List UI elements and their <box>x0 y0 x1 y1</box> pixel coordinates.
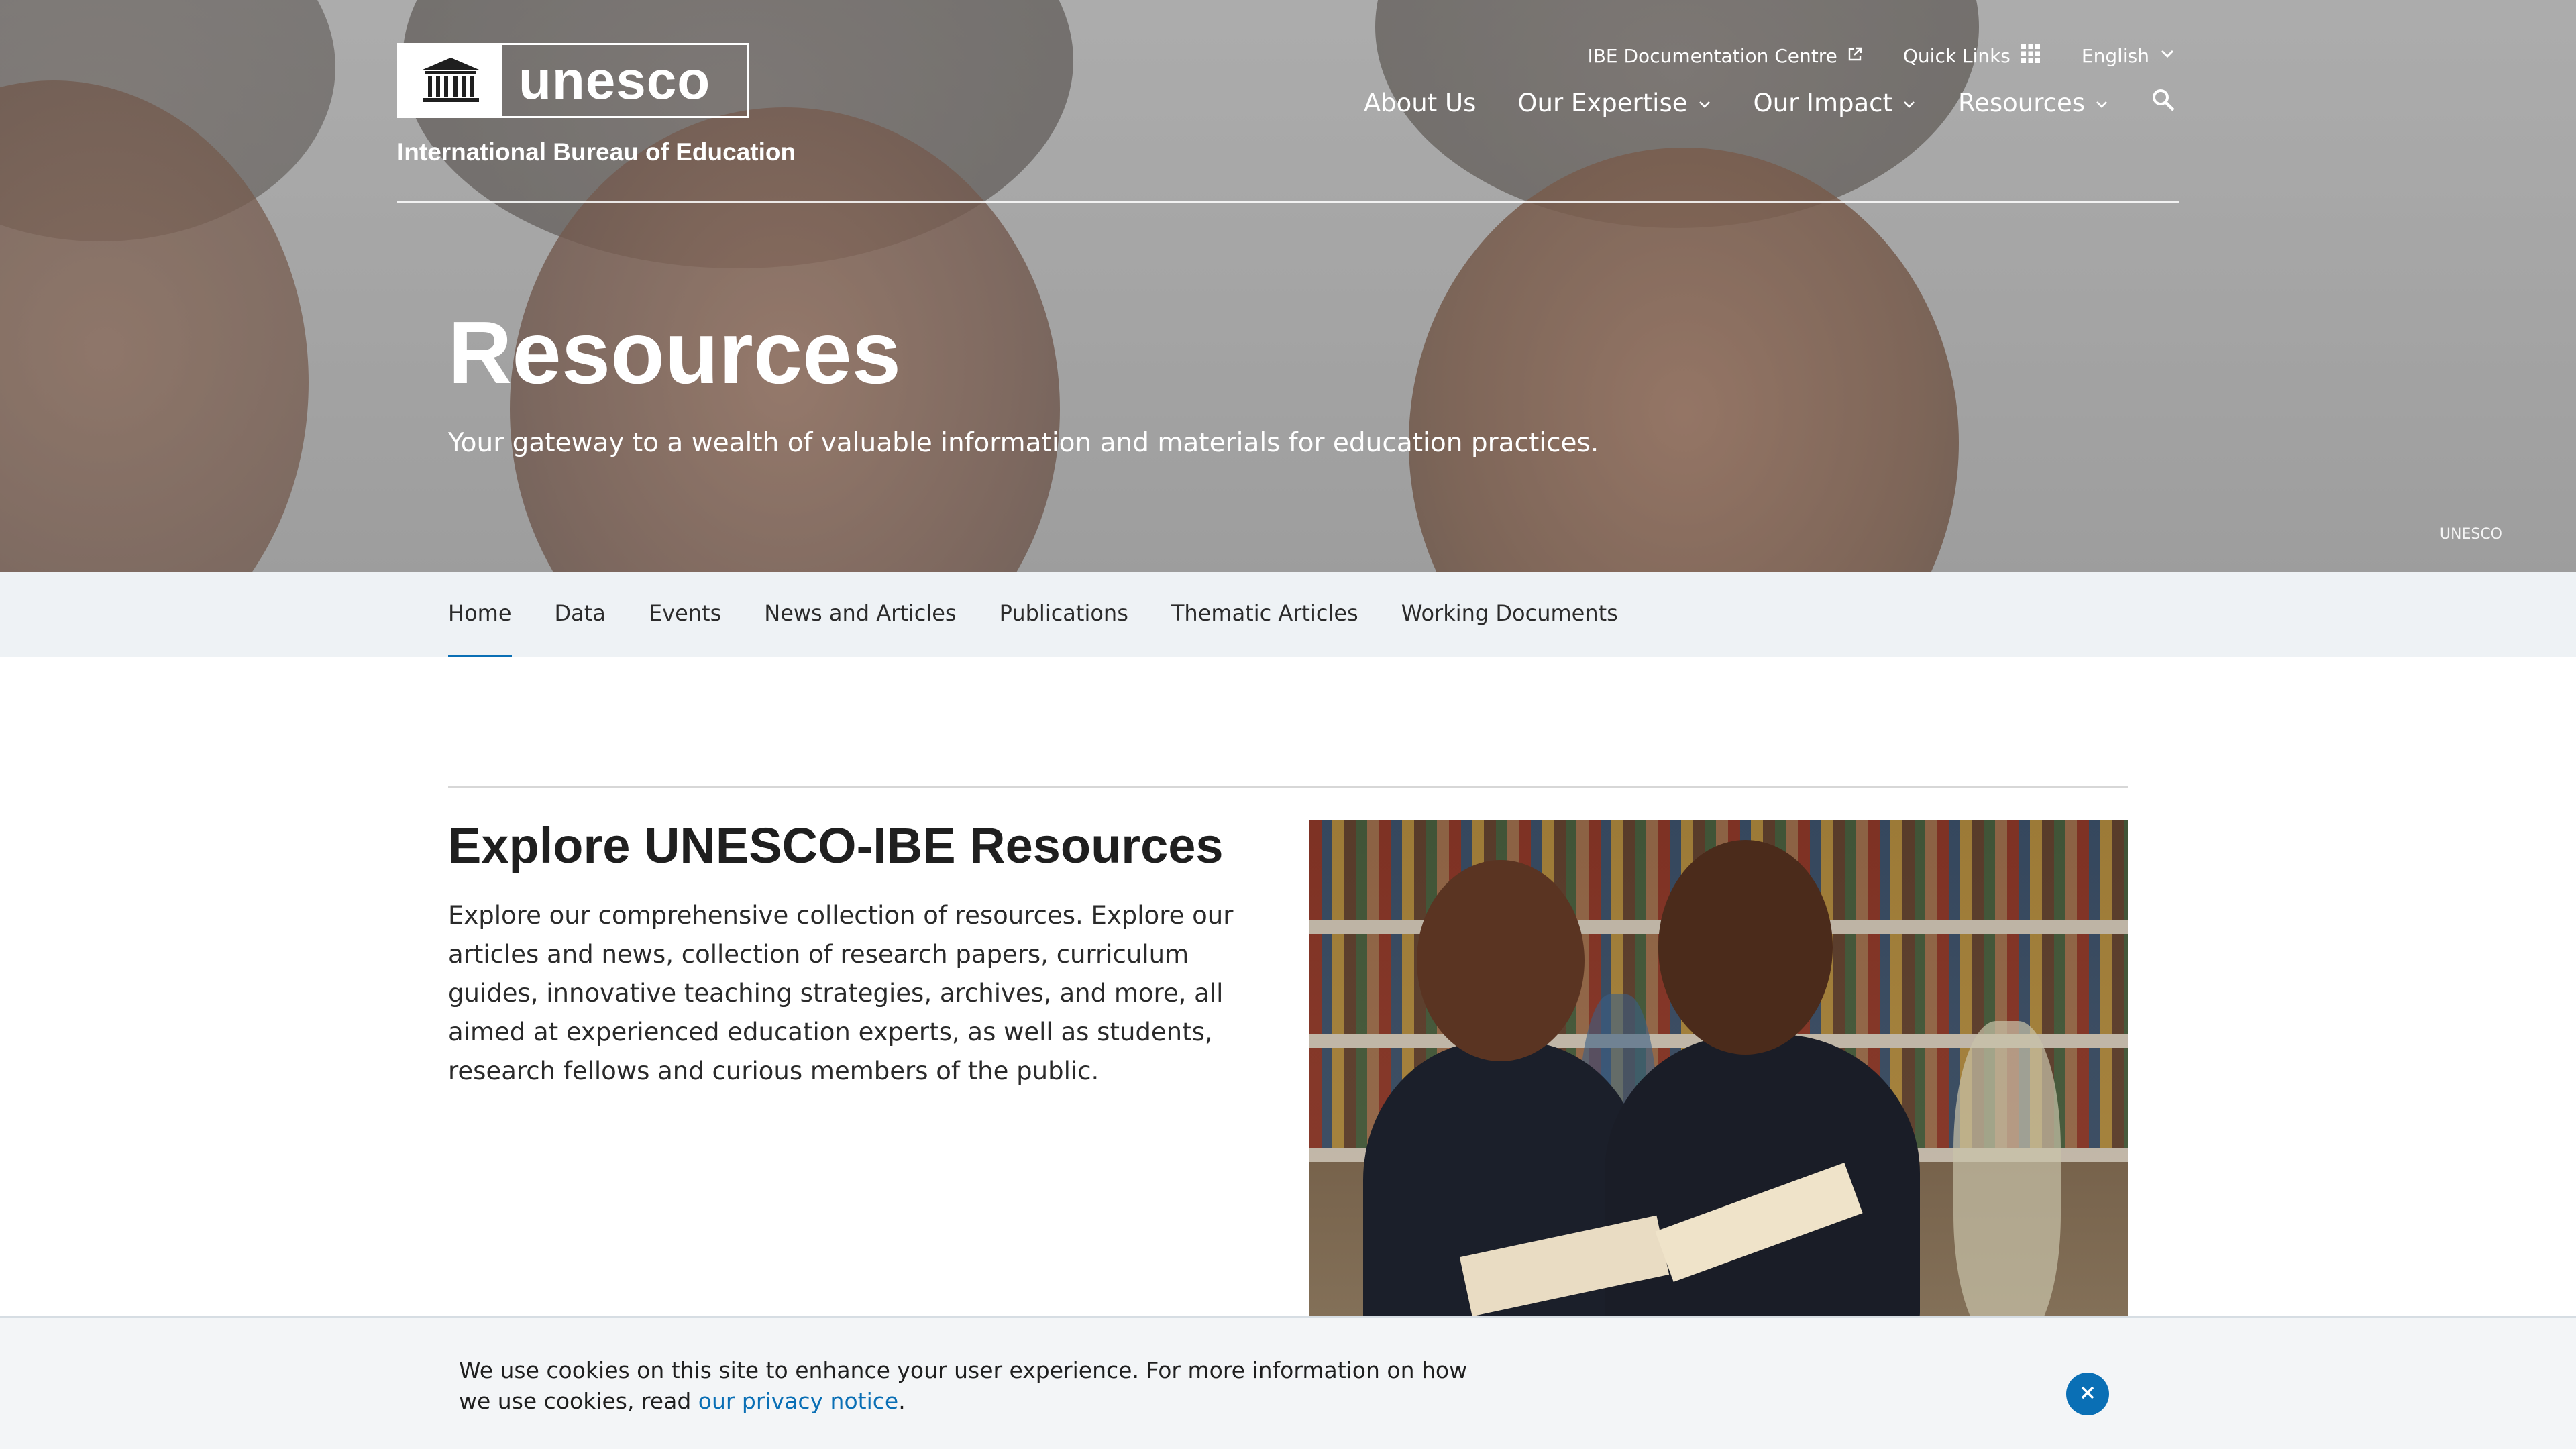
close-icon <box>2078 1383 2098 1405</box>
cookie-message: We use cookies on this site to enhance y… <box>459 1355 1479 1417</box>
unesco-temple-icon <box>399 45 502 116</box>
students-library-image <box>1309 820 2128 1316</box>
search-button[interactable] <box>2151 87 2176 119</box>
nav-our-impact[interactable]: Our Impact <box>1754 89 1917 117</box>
cookie-text-end: . <box>898 1388 906 1414</box>
language-label: English <box>2081 45 2149 67</box>
logo-wordmark: unesco <box>519 50 711 110</box>
section-divider <box>448 786 2128 788</box>
organization-name[interactable]: International Bureau of Education <box>397 138 796 166</box>
nav-label: Resources <box>1958 89 2085 117</box>
doc-centre-link[interactable]: IBE Documentation Centre <box>1587 45 1862 67</box>
cookie-banner: We use cookies on this site to enhance y… <box>0 1316 2576 1449</box>
tab-news-and-articles[interactable]: News and Articles <box>764 572 956 657</box>
language-selector[interactable]: English <box>2082 45 2176 67</box>
close-cookie-button[interactable] <box>2066 1373 2109 1415</box>
nav-label: About Us <box>1363 89 1477 117</box>
page-subtitle: Your gateway to a wealth of valuable inf… <box>448 428 1599 458</box>
section-description: Explore our comprehensive collection of … <box>448 901 1234 1085</box>
tab-data[interactable]: Data <box>555 572 606 657</box>
unesco-logo[interactable]: unesco <box>397 43 749 118</box>
page-title: Resources <box>448 303 902 402</box>
nav-about-us[interactable]: About Us <box>1364 89 1477 117</box>
hero-banner: unesco International Bureau of Education… <box>0 0 2576 572</box>
tab-working-documents[interactable]: Working Documents <box>1401 572 1618 657</box>
section-heading: Explore UNESCO-IBE Resources <box>448 818 1224 873</box>
header-divider <box>397 201 2179 203</box>
image-background-person <box>1953 1021 2061 1316</box>
photo-credit: UNESCO <box>2439 526 2502 543</box>
nav-our-expertise[interactable]: Our Expertise <box>1517 89 1711 117</box>
tab-events[interactable]: Events <box>649 572 721 657</box>
hero-overlay <box>0 0 2576 572</box>
chevron-down-icon <box>1902 89 1917 117</box>
quick-links-label: Quick Links <box>1902 45 2010 67</box>
chevron-down-icon <box>2159 45 2176 67</box>
resources-subnav: Home Data Events News and Articles Publi… <box>0 572 2576 657</box>
tab-thematic-articles[interactable]: Thematic Articles <box>1171 572 1358 657</box>
tab-home[interactable]: Home <box>448 572 512 657</box>
external-link-icon <box>1847 45 1863 67</box>
image-student <box>1417 860 1585 1061</box>
privacy-notice-link[interactable]: our privacy notice <box>698 1388 898 1414</box>
cookie-text: We use cookies on this site to enhance y… <box>459 1357 1468 1414</box>
main-nav: About Us Our Expertise Our Impact Resour… <box>1364 87 2176 119</box>
tab-publications[interactable]: Publications <box>1000 572 1128 657</box>
grid-icon <box>2020 43 2041 69</box>
search-icon <box>2151 87 2176 119</box>
quick-links-menu[interactable]: Quick Links <box>1903 43 2041 69</box>
chevron-down-icon <box>1697 89 1712 117</box>
nav-label: Our Impact <box>1753 89 1893 117</box>
doc-centre-label: IBE Documentation Centre <box>1587 45 1837 67</box>
utility-nav: IBE Documentation Centre Quick Links Eng… <box>1587 43 2176 69</box>
chevron-down-icon <box>2094 89 2109 117</box>
image-student <box>1658 840 1833 1055</box>
nav-resources[interactable]: Resources <box>1958 89 2109 117</box>
nav-label: Our Expertise <box>1517 89 1688 117</box>
